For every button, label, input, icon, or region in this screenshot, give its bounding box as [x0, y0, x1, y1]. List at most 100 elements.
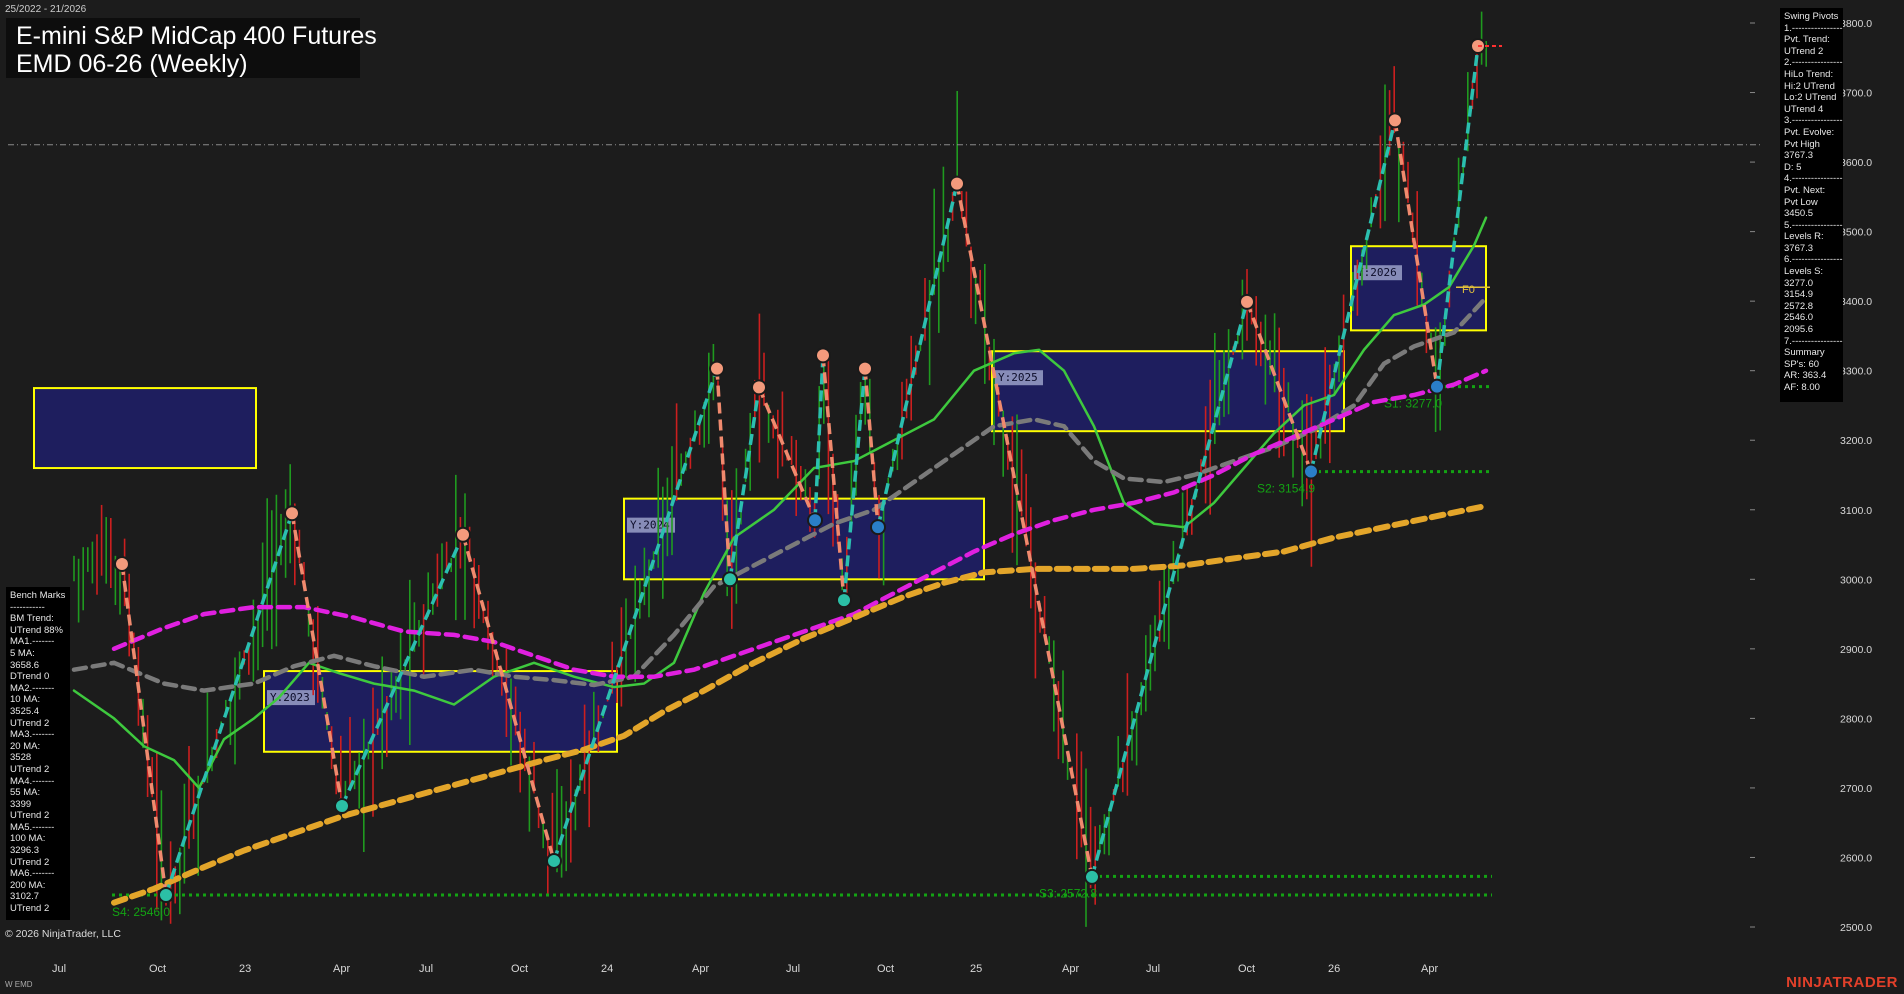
bench-marks-panel: Bench Marks ----------- BM Trend: UTrend 88…	[6, 587, 70, 920]
x-tick-label: Oct	[877, 963, 894, 975]
pivot-low-marker	[807, 512, 823, 529]
swing-panel-line: Hi:2 UTrend	[1784, 80, 1835, 92]
swing-pivots-panel: Swing Pivots 1.---------------- Pvt. Trend…	[1780, 8, 1843, 402]
bench-panel-line: MA5.-------	[10, 821, 55, 833]
year-box	[33, 387, 257, 470]
pivot-high-marker	[949, 175, 965, 192]
price-chart[interactable]: Y:2023Y:2024Y:2025Y:2026 S4: 2546.0S3: 2…	[0, 0, 1904, 994]
pivot-segment	[552, 368, 719, 862]
y-tick-label: 3000.0	[1840, 574, 1872, 586]
x-tick-label: 23	[239, 963, 251, 975]
bench-panel-line: UTrend 2	[10, 763, 50, 775]
swing-panel-line: HiLo Trend:	[1784, 68, 1834, 80]
time-axis: Jul Oct 23 Apr Jul Oct 24 Apr Jul Oct 25 Apr Jul Oct 2…	[52, 963, 1438, 975]
bench-panel-line: 55 MA:	[10, 787, 41, 799]
bench-panel-line: UTrend 2	[10, 903, 50, 915]
bench-panel-line: UTrend 88%	[10, 624, 63, 636]
chart-subtitle: EMD 06-26 (Weekly)	[16, 50, 248, 78]
bench-panel-line: 3296.3	[10, 845, 40, 857]
brand-logo: NINJATRADER	[1786, 974, 1898, 991]
bench-panel-line: MA6.-------	[10, 868, 55, 880]
pivot-high-marker	[857, 360, 873, 377]
swing-panel-line: 2572.8	[1784, 300, 1814, 312]
x-tick-label: Jul	[1146, 963, 1160, 975]
pivot-low-marker	[334, 798, 350, 815]
x-tick-label: Jul	[52, 963, 66, 975]
year-box-label: Y:2025	[998, 371, 1038, 384]
year-box-label: Y:2023	[270, 691, 310, 704]
x-tick-label: Jul	[786, 963, 800, 975]
pivot-low-marker	[870, 519, 886, 536]
bench-panel-line: MA4.-------	[10, 775, 55, 787]
chart-title: E-mini S&P MidCap 400 Futures	[16, 22, 377, 50]
pivot-low-marker	[722, 571, 738, 588]
y-tick-label: 3200.0	[1840, 435, 1872, 447]
x-tick-label: Oct	[511, 963, 528, 975]
bench-panel-line: UTrend 2	[10, 717, 50, 729]
bench-panel-line: Bench Marks	[10, 590, 66, 601]
swing-panel-line: Pvt. Next:	[1784, 184, 1826, 196]
swing-panel-line: 1.----------------	[1784, 22, 1843, 34]
pivot-low-marker	[1084, 868, 1100, 885]
pivot-high-marker	[1387, 112, 1403, 129]
swing-panel-line: UTrend 2	[1784, 45, 1824, 57]
pivot-high-marker	[1239, 293, 1255, 310]
swing-panel-line: 4.----------------	[1784, 173, 1843, 185]
y-tick-label: 3100.0	[1840, 505, 1872, 517]
swing-panel-line: D: 5	[1784, 161, 1802, 173]
x-tick-label: Apr	[1421, 963, 1438, 975]
bench-panel-line: BM Trend:	[10, 613, 54, 625]
swing-pivots	[114, 37, 1502, 904]
bench-panel-line: -----------	[10, 601, 45, 613]
bench-panel-line: 3399	[10, 798, 32, 810]
title-box: E-mini S&P MidCap 400 Futures EMD 06-26 …	[6, 18, 377, 78]
bench-panel-line: 200 MA:	[10, 879, 46, 891]
copyright: © 2026 NinjaTrader, LLC	[5, 928, 121, 940]
y-tick-label: 2600.0	[1840, 852, 1872, 864]
x-tick-label: Apr	[1062, 963, 1079, 975]
year-box-label: Y:2026	[1357, 266, 1397, 279]
swing-panel-line: Summary	[1784, 347, 1825, 359]
bench-panel-line: UTrend 2	[10, 810, 50, 822]
pivot-low-marker	[1303, 463, 1319, 480]
pivot-high-marker	[751, 379, 767, 396]
y-tick-label: 2500.0	[1840, 922, 1872, 934]
bench-panel-line: 10 MA:	[10, 694, 41, 706]
x-tick-label: 26	[1328, 963, 1340, 975]
x-tick-label: Apr	[333, 963, 350, 975]
x-tick-label: Oct	[1238, 963, 1255, 975]
swing-panel-line: Lo:2 UTrend	[1784, 92, 1837, 104]
y-tick-label: 2900.0	[1840, 644, 1872, 656]
swing-panel-line: 3767.3	[1784, 150, 1814, 162]
support-label: S4: 2546.0	[112, 905, 170, 919]
date-range: 25/2022 - 21/2026	[5, 4, 87, 15]
swing-panel-line: Pvt. Evolve:	[1784, 126, 1835, 138]
swing-panel-line: 6.----------------	[1784, 254, 1843, 266]
swing-panel-line: 2095.6	[1784, 324, 1814, 336]
bench-panel-line: 5 MA:	[10, 647, 35, 659]
instrument-code: W EMD	[5, 980, 33, 989]
pivot-low-marker	[546, 852, 562, 869]
swing-panel-line: Pvt High	[1784, 138, 1820, 150]
swing-panel-line: 3277.0	[1784, 277, 1814, 289]
swing-panel-line: 2.----------------	[1784, 57, 1843, 69]
swing-panel-line: UTrend 4	[1784, 103, 1824, 115]
pivot-high-marker	[114, 556, 130, 573]
bench-panel-line: 20 MA:	[10, 740, 41, 752]
pivot-low-marker	[1429, 378, 1445, 395]
pivot-low-marker	[158, 887, 174, 904]
swing-panel-line: 7.----------------	[1784, 335, 1843, 347]
pivot-high-marker	[815, 347, 831, 364]
bench-panel-line: 100 MA:	[10, 833, 46, 845]
x-tick-label: Apr	[692, 963, 709, 975]
swing-panel-line: 3767.3	[1784, 242, 1814, 254]
y-tick-label: 3400.0	[1840, 296, 1872, 308]
x-tick-label: 24	[601, 963, 613, 975]
pivot-segment	[1435, 45, 1480, 387]
y-tick-label: 3500.0	[1840, 227, 1872, 239]
swing-panel-line: 3450.5	[1784, 208, 1814, 220]
support-label: S3: 2572.8	[1039, 886, 1097, 900]
bench-panel-line: DTrend 0	[10, 671, 50, 683]
bench-panel-line: MA1.-------	[10, 636, 55, 648]
swing-panel-line: 3.----------------	[1784, 115, 1843, 127]
